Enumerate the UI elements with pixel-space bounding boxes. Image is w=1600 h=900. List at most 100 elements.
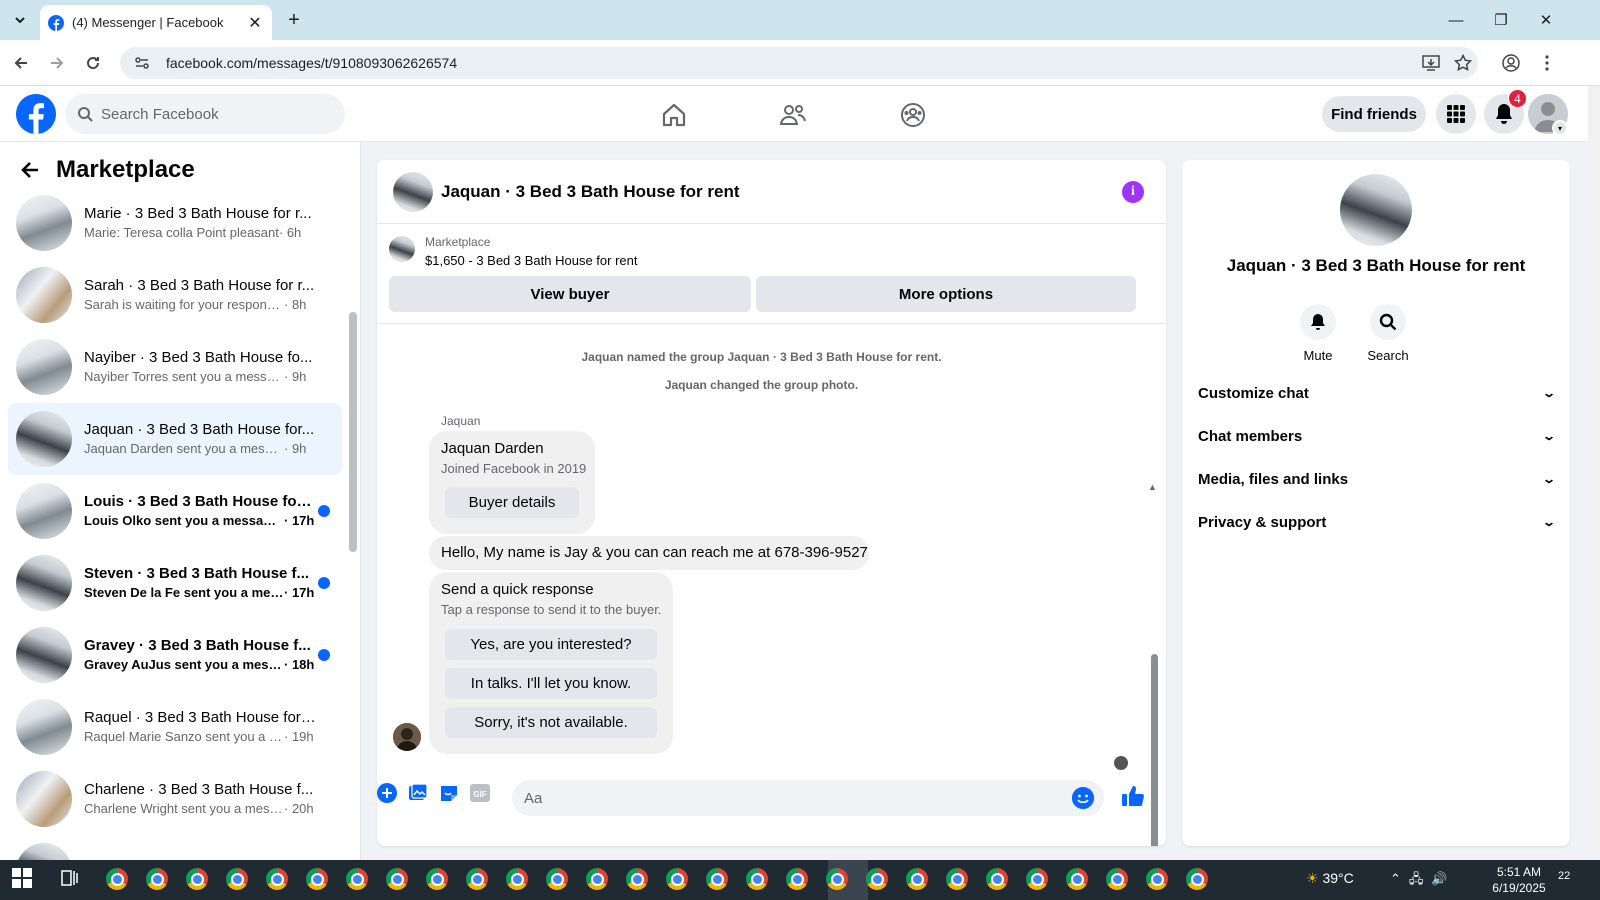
conversation-item[interactable]: Steven · 3 Bed 3 Bath House f... Steven D… bbox=[8, 547, 342, 619]
listing-thumbnail[interactable] bbox=[389, 236, 415, 262]
chrome-taskbar-icon[interactable] bbox=[426, 868, 450, 892]
conversation-item[interactable]: Sarah · 3 Bed 3 Bath House for r... Sarah… bbox=[8, 259, 342, 331]
sender-avatar[interactable] bbox=[393, 723, 421, 751]
chrome-taskbar-icon[interactable] bbox=[626, 868, 650, 892]
customize-chat-section[interactable]: Customize chat ⌄ bbox=[1198, 373, 1556, 413]
chrome-taskbar-icon[interactable] bbox=[1146, 868, 1170, 892]
chrome-taskbar-icon[interactable] bbox=[786, 868, 810, 892]
message-input[interactable]: Aa bbox=[512, 780, 1104, 816]
chrome-taskbar-icon[interactable] bbox=[706, 868, 730, 892]
close-window-button[interactable]: ✕ bbox=[1532, 8, 1560, 32]
volume-icon[interactable]: 🔊 bbox=[1431, 871, 1455, 886]
chrome-taskbar-icon[interactable] bbox=[386, 868, 410, 892]
chrome-taskbar-icon[interactable] bbox=[1186, 868, 1210, 892]
tab-close-icon[interactable]: ✕ bbox=[246, 13, 264, 33]
menu-button[interactable] bbox=[1436, 94, 1476, 134]
install-app-button[interactable] bbox=[1418, 50, 1444, 76]
chrome-taskbar-icon[interactable] bbox=[466, 868, 490, 892]
chrome-taskbar-icon[interactable] bbox=[586, 868, 610, 892]
conversation-item[interactable]: Louis · 3 Bed 3 Bath House for ... Louis … bbox=[8, 475, 342, 547]
restore-button[interactable]: ❐ bbox=[1487, 8, 1515, 32]
facebook-search-input[interactable]: Search Facebook bbox=[65, 94, 345, 134]
chrome-taskbar-icon[interactable] bbox=[546, 868, 570, 892]
back-button[interactable] bbox=[8, 50, 34, 76]
forward-button[interactable] bbox=[44, 50, 70, 76]
mute-action[interactable]: Mute bbox=[1288, 304, 1348, 363]
bookmark-button[interactable] bbox=[1450, 50, 1476, 76]
chrome-taskbar-icon[interactable] bbox=[186, 868, 210, 892]
page-scrollbar[interactable] bbox=[1588, 86, 1600, 860]
quick-response-option[interactable]: In talks. I'll let you know. bbox=[445, 668, 657, 699]
chat-group-photo[interactable] bbox=[393, 172, 433, 212]
network-icon[interactable]: 🖧 bbox=[1409, 871, 1432, 886]
facebook-logo-icon[interactable] bbox=[16, 94, 56, 134]
conversation-item[interactable]: Marie · 3 Bed 3 Bath House for r... Marie… bbox=[8, 187, 342, 259]
sidebar-scroll-thumb[interactable] bbox=[349, 312, 357, 552]
thumbs-up-icon[interactable] bbox=[1121, 784, 1149, 812]
groups-nav-button[interactable] bbox=[885, 96, 941, 134]
chrome-taskbar-icon[interactable] bbox=[506, 868, 530, 892]
photo-attach-icon[interactable] bbox=[406, 781, 430, 805]
chrome-taskbar-icon[interactable] bbox=[1066, 868, 1090, 892]
chrome-taskbar-icon[interactable] bbox=[106, 868, 130, 892]
browser-menu-button[interactable] bbox=[1534, 50, 1560, 76]
notification-center-badge[interactable]: 22 bbox=[1558, 870, 1570, 882]
details-group-photo[interactable] bbox=[1340, 174, 1412, 246]
system-clock[interactable]: 5:51 AM 6/19/2025 bbox=[1484, 864, 1554, 896]
conversation-item[interactable]: Charlene · 3 Bed 3 Bath House f... Charle… bbox=[8, 763, 342, 835]
chrome-taskbar-icon[interactable] bbox=[226, 868, 250, 892]
conversation-item[interactable]: Gravey · 3 Bed 3 Bath House f... Gravey A… bbox=[8, 619, 342, 691]
chrome-taskbar-icon[interactable] bbox=[1106, 868, 1130, 892]
chrome-taskbar-icon[interactable] bbox=[946, 868, 970, 892]
search-action[interactable]: Search bbox=[1358, 304, 1418, 363]
listing-title[interactable]: $1,650 - 3 Bed 3 Bath House for rent bbox=[425, 253, 637, 268]
friends-nav-button[interactable] bbox=[765, 96, 821, 134]
chrome-taskbar-icon[interactable] bbox=[666, 868, 690, 892]
tab-search-dropdown[interactable] bbox=[8, 8, 32, 32]
windows-start-icon[interactable] bbox=[12, 868, 36, 892]
chrome-taskbar-icon[interactable] bbox=[346, 868, 370, 892]
chrome-taskbar-icon[interactable] bbox=[986, 868, 1010, 892]
conversation-item[interactable]: Eanto · 3 Bed 3 Bath House for r... bbox=[8, 835, 342, 860]
chat-title[interactable]: Jaquan · 3 Bed 3 Bath House for rent bbox=[441, 182, 740, 202]
more-options-button[interactable]: More options bbox=[756, 276, 1136, 312]
chrome-taskbar-icon[interactable] bbox=[746, 868, 770, 892]
back-arrow-icon[interactable] bbox=[20, 160, 44, 184]
scroll-up-arrow-icon[interactable]: ▲ bbox=[1148, 482, 1157, 492]
sticker-icon[interactable] bbox=[437, 781, 461, 805]
chrome-taskbar-icon[interactable] bbox=[266, 868, 290, 892]
privacy-support-section[interactable]: Privacy & support ⌄ bbox=[1198, 502, 1556, 542]
chrome-taskbar-icon[interactable] bbox=[306, 868, 330, 892]
quick-response-option[interactable]: Yes, are you interested? bbox=[445, 629, 657, 660]
view-buyer-button[interactable]: View buyer bbox=[389, 276, 751, 312]
chrome-taskbar-icon[interactable] bbox=[906, 868, 930, 892]
minimize-button[interactable]: — bbox=[1442, 8, 1470, 32]
chrome-taskbar-icon[interactable] bbox=[866, 868, 890, 892]
weather-widget[interactable]: ☀ 39°C bbox=[1306, 870, 1354, 887]
conversation-item[interactable]: Jaquan · 3 Bed 3 Bath House for... Jaquan… bbox=[8, 403, 342, 475]
emoji-icon[interactable] bbox=[1072, 787, 1094, 809]
conversation-item[interactable]: Raquel · 3 Bed 3 Bath House for ... Raque… bbox=[8, 691, 342, 763]
url-bar[interactable]: facebook.com/messages/t/9108093062626574 bbox=[120, 47, 1478, 79]
chevron-up-icon[interactable]: ⌃ bbox=[1390, 871, 1409, 886]
site-info-icon[interactable] bbox=[132, 55, 152, 71]
profile-button[interactable] bbox=[1498, 50, 1524, 76]
reload-button[interactable] bbox=[80, 50, 106, 76]
chat-members-section[interactable]: Chat members ⌄ bbox=[1198, 416, 1556, 456]
account-chevron-icon[interactable]: ▾ bbox=[1552, 120, 1568, 136]
chrome-taskbar-icon[interactable] bbox=[1026, 868, 1050, 892]
conversation-item[interactable]: Nayiber · 3 Bed 3 Bath House fo... Nayibe… bbox=[8, 331, 342, 403]
gif-icon[interactable]: GIF bbox=[468, 781, 492, 805]
find-friends-button[interactable]: Find friends bbox=[1322, 96, 1426, 132]
buyer-details-button[interactable]: Buyer details bbox=[445, 487, 579, 518]
message-bubble[interactable]: Hello, My name is Jay & you can can reac… bbox=[429, 536, 869, 570]
chrome-taskbar-icon[interactable] bbox=[146, 868, 170, 892]
task-view-icon[interactable] bbox=[60, 868, 84, 892]
chrome-taskbar-icon[interactable] bbox=[826, 868, 850, 892]
browser-tab[interactable]: (4) Messenger | Facebook ✕ bbox=[40, 5, 272, 40]
system-tray[interactable]: ⌃🖧🔊 bbox=[1390, 870, 1456, 892]
home-nav-button[interactable] bbox=[646, 96, 702, 134]
info-icon[interactable]: i bbox=[1122, 181, 1144, 203]
media-files-links-section[interactable]: Media, files and links ⌄ bbox=[1198, 459, 1556, 499]
quick-response-option[interactable]: Sorry, it's not available. bbox=[445, 707, 657, 738]
